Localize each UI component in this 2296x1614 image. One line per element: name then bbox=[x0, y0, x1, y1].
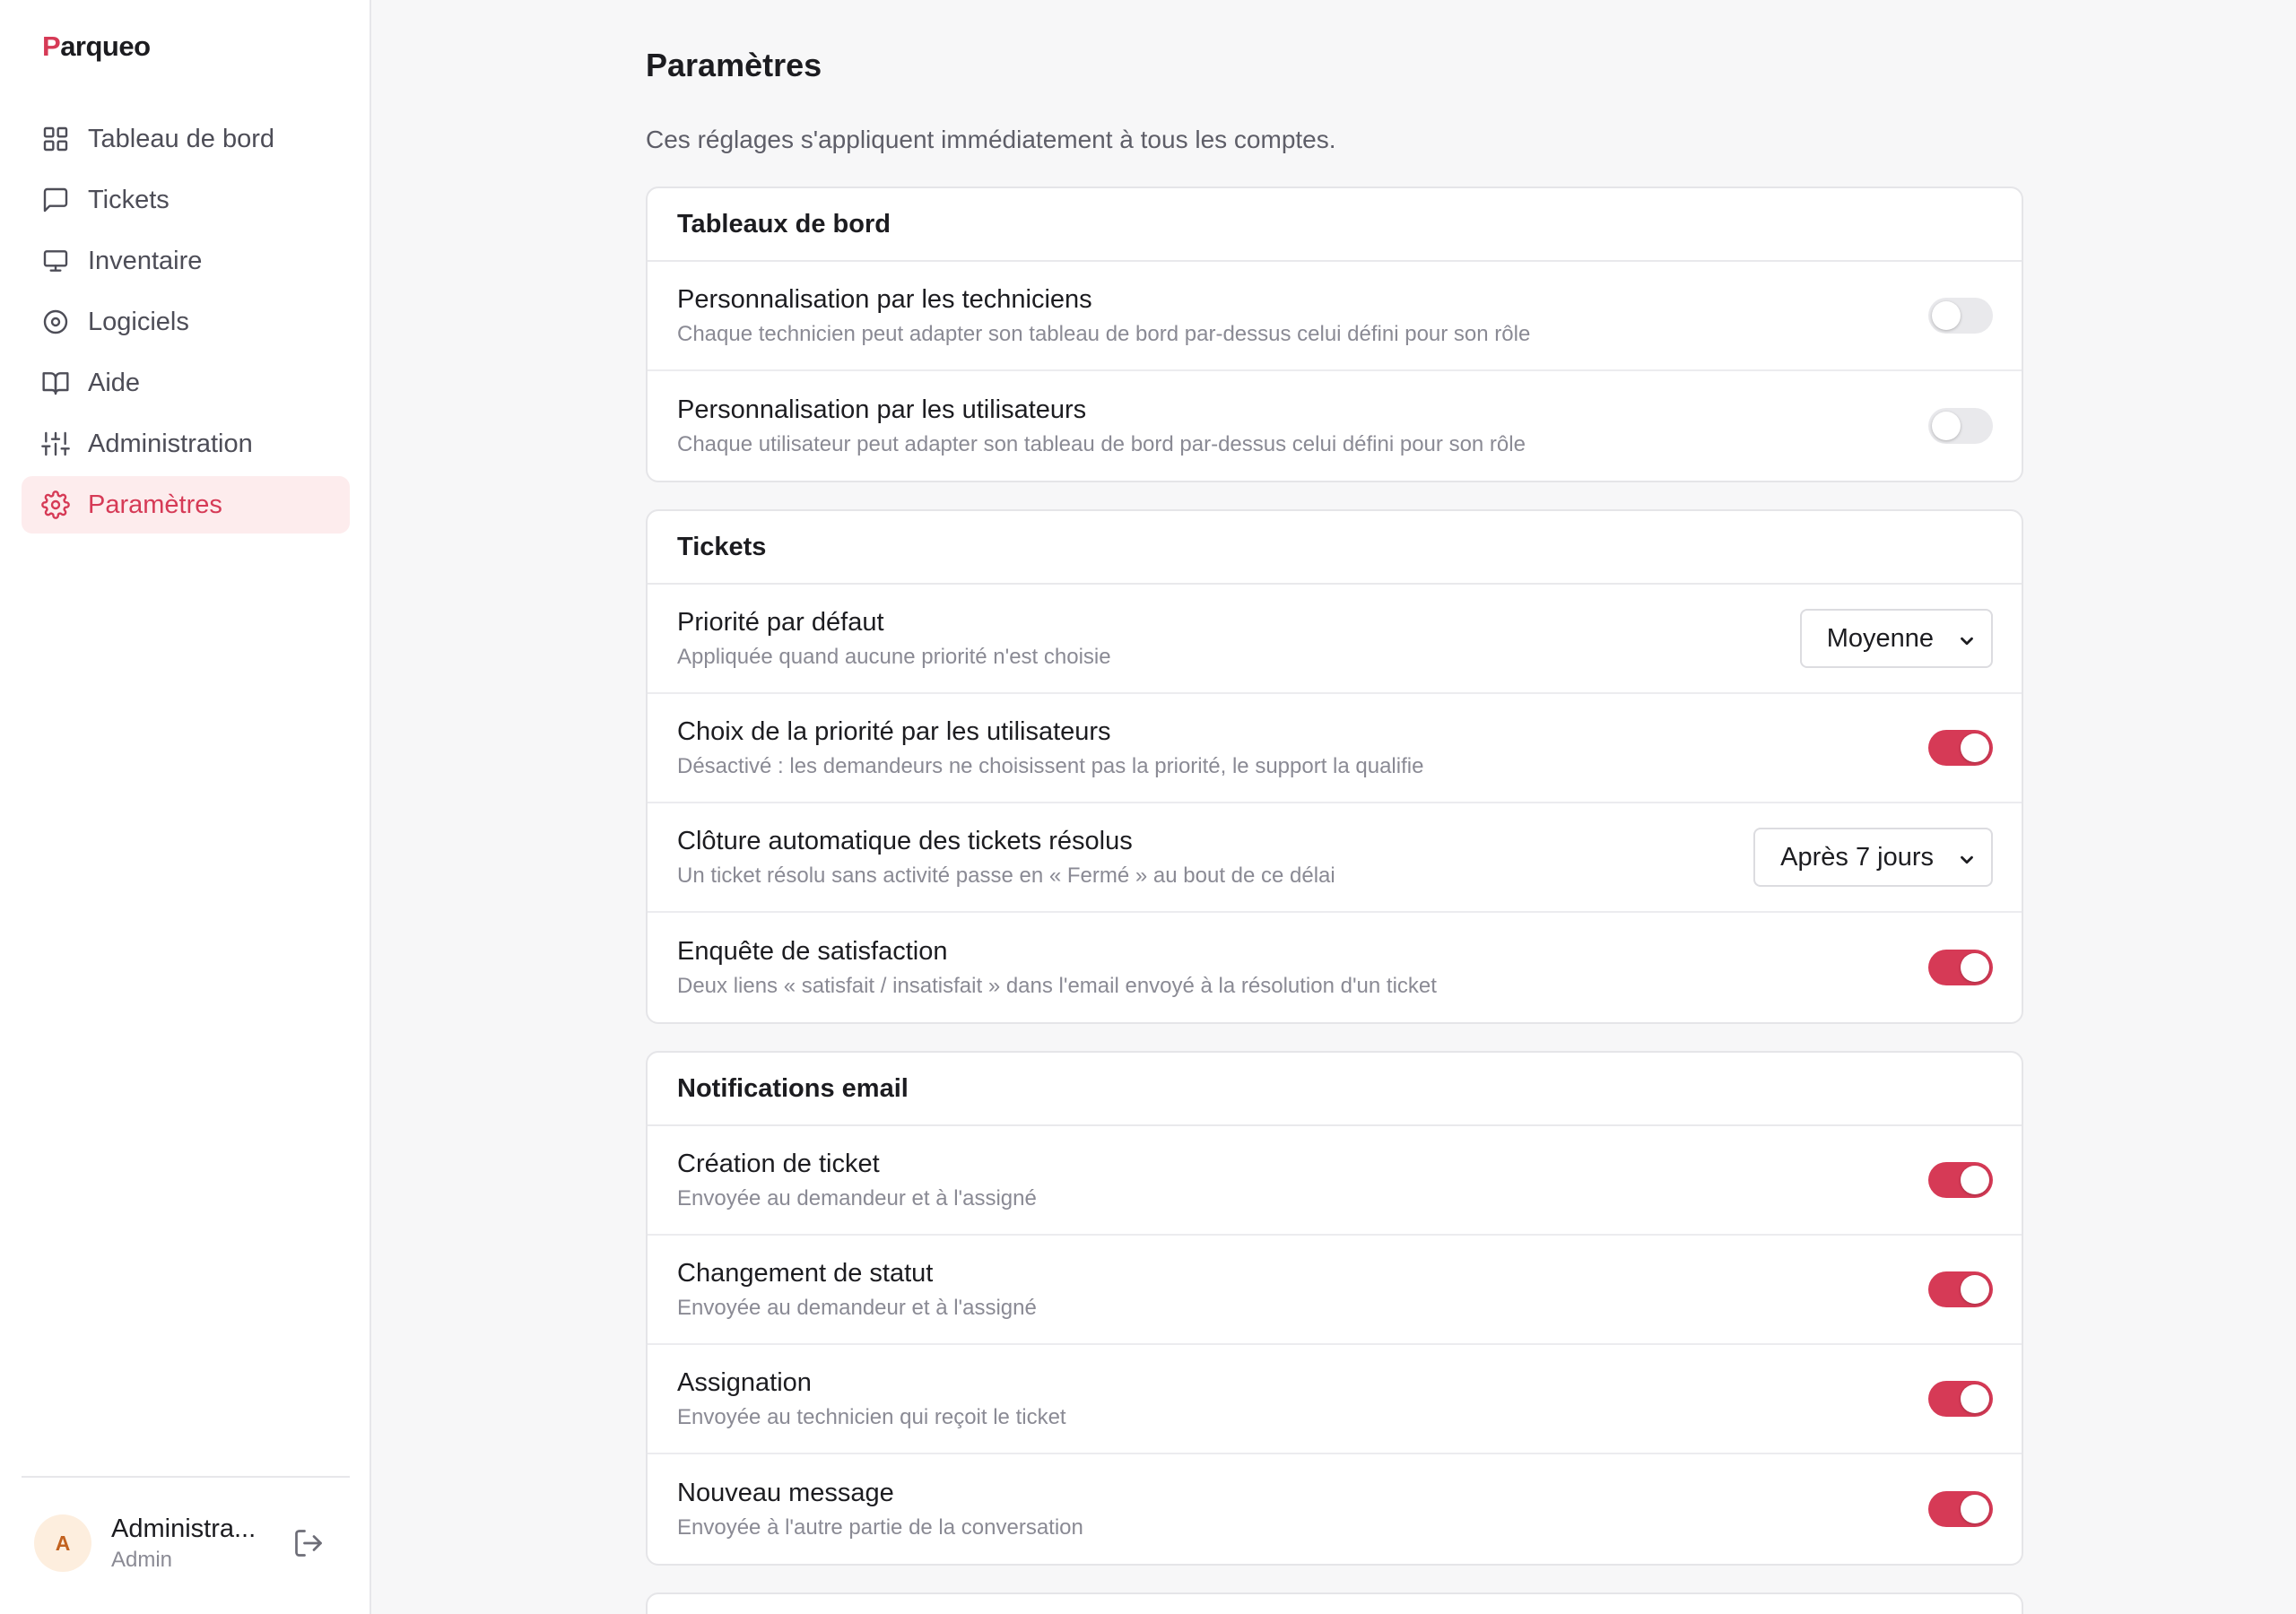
next-settings-card bbox=[646, 1592, 2023, 1614]
setting-description: Chaque utilisateur peut adapter son tabl… bbox=[677, 431, 1526, 456]
setting-description: Envoyée au demandeur et à l'assigné bbox=[677, 1185, 1037, 1210]
logo-mark: P bbox=[42, 30, 61, 62]
setting-title: Clôture automatique des tickets résolus bbox=[677, 826, 1133, 855]
monitor-icon bbox=[41, 247, 70, 275]
setting-row: Priorité par défaut Appliquée quand aucu… bbox=[648, 585, 2022, 694]
setting-description: Deux liens « satisfait / insatisfait » d… bbox=[677, 973, 1437, 998]
ticket-creation-notification-toggle[interactable] bbox=[1928, 1162, 1993, 1198]
toggle-knob bbox=[1961, 953, 1989, 982]
setting-description: Appliquée quand aucune priorité n'est ch… bbox=[677, 644, 1111, 669]
setting-description: Chaque technicien peut adapter son table… bbox=[677, 321, 1531, 346]
toggle-knob bbox=[1932, 301, 1961, 330]
user-card: A Administra... Admin bbox=[34, 1512, 339, 1575]
setting-description: Un ticket résolu sans activité passe en … bbox=[677, 863, 1335, 888]
sidebar-item-tickets[interactable]: Tickets bbox=[22, 171, 350, 229]
setting-row: Choix de la priorité par les utilisateur… bbox=[648, 694, 2022, 803]
sidebar-nav: Tableau de bord Tickets Inventaire Logic… bbox=[22, 110, 350, 537]
book-open-icon bbox=[41, 369, 70, 397]
setting-description: Désactivé : les demandeurs ne choisissen… bbox=[677, 753, 1424, 778]
avatar[interactable]: A bbox=[34, 1514, 91, 1572]
default-priority-select[interactable]: Moyenne bbox=[1799, 609, 1993, 668]
sidebar-item-administration[interactable]: Administration bbox=[22, 415, 350, 473]
sidebar-divider bbox=[22, 1476, 350, 1478]
new-message-notification-toggle[interactable] bbox=[1928, 1491, 1993, 1527]
sidebar-item-software[interactable]: Logiciels bbox=[22, 293, 350, 351]
logout-icon bbox=[295, 1530, 322, 1557]
setting-description: Envoyée à l'autre partie de la conversat… bbox=[677, 1514, 1083, 1540]
sidebar-item-label: Tickets bbox=[88, 185, 170, 214]
card-header: Tickets bbox=[648, 511, 2022, 585]
user-customization-toggle[interactable] bbox=[1928, 408, 1993, 444]
setting-title: Nouveau message bbox=[677, 1478, 894, 1507]
toggle-knob bbox=[1961, 1166, 1989, 1194]
assignment-notification-toggle[interactable] bbox=[1928, 1381, 1993, 1417]
user-priority-choice-toggle[interactable] bbox=[1928, 730, 1993, 766]
select-value: Après 7 jours bbox=[1780, 842, 1934, 872]
sidebar-item-label: Administration bbox=[88, 429, 253, 458]
sidebar: Parqueo Tableau de bord Tickets Inventai… bbox=[0, 0, 371, 1614]
setting-title: Personnalisation par les techniciens bbox=[677, 284, 1092, 314]
chevron-down-icon bbox=[1957, 847, 1977, 867]
page-subtitle: Ces réglages s'appliquent immédiatement … bbox=[646, 126, 1336, 153]
sidebar-item-label: Logiciels bbox=[88, 307, 189, 336]
app-root: Parqueo Tableau de bord Tickets Inventai… bbox=[0, 0, 2296, 1614]
setting-row: Personnalisation par les utilisateurs Ch… bbox=[648, 371, 2022, 481]
toggle-knob bbox=[1961, 1384, 1989, 1413]
message-square-icon bbox=[41, 186, 70, 214]
card-header: Tableaux de bord bbox=[648, 188, 2022, 262]
user-meta: Administra... Admin bbox=[111, 1514, 273, 1573]
setting-row: Changement de statut Envoyée au demandeu… bbox=[648, 1236, 2022, 1345]
satisfaction-survey-toggle[interactable] bbox=[1928, 950, 1993, 985]
sidebar-item-dashboard[interactable]: Tableau de bord bbox=[22, 110, 350, 168]
gear-icon bbox=[41, 490, 70, 519]
toggle-knob bbox=[1961, 1495, 1989, 1523]
setting-row: Assignation Envoyée au technicien qui re… bbox=[648, 1345, 2022, 1454]
sidebar-item-help[interactable]: Aide bbox=[22, 354, 350, 412]
setting-description: Envoyée au demandeur et à l'assigné bbox=[677, 1295, 1037, 1320]
technician-customization-toggle[interactable] bbox=[1928, 298, 1993, 334]
setting-title: Assignation bbox=[677, 1367, 812, 1397]
setting-title: Enquête de satisfaction bbox=[677, 936, 948, 966]
setting-title: Changement de statut bbox=[677, 1258, 934, 1288]
sidebar-item-label: Tableau de bord bbox=[88, 124, 274, 153]
sliders-icon bbox=[41, 430, 70, 458]
chevron-down-icon bbox=[1957, 629, 1977, 648]
status-change-notification-toggle[interactable] bbox=[1928, 1271, 1993, 1307]
setting-row: Enquête de satisfaction Deux liens « sat… bbox=[648, 913, 2022, 1022]
setting-title: Personnalisation par les utilisateurs bbox=[677, 395, 1087, 424]
setting-row: Personnalisation par les techniciens Cha… bbox=[648, 262, 2022, 371]
logo-text: arqueo bbox=[60, 30, 151, 62]
setting-row: Nouveau message Envoyée à l'autre partie… bbox=[648, 1454, 2022, 1564]
sidebar-item-inventory[interactable]: Inventaire bbox=[22, 232, 350, 290]
user-name: Administra... bbox=[111, 1514, 257, 1543]
user-role: Admin bbox=[111, 1547, 173, 1572]
sidebar-item-label: Inventaire bbox=[88, 246, 203, 275]
sidebar-item-settings[interactable]: Paramètres bbox=[22, 476, 350, 534]
app-logo[interactable]: Parqueo bbox=[42, 30, 151, 63]
logout-button[interactable] bbox=[292, 1527, 325, 1559]
setting-title: Création de ticket bbox=[677, 1149, 880, 1178]
sidebar-item-label: Paramètres bbox=[88, 490, 222, 519]
sidebar-item-label: Aide bbox=[88, 368, 141, 397]
setting-description: Envoyée au technicien qui reçoit le tick… bbox=[677, 1404, 1066, 1429]
card-header: Notifications email bbox=[648, 1053, 2022, 1126]
auto-close-delay-select[interactable]: Après 7 jours bbox=[1753, 828, 1993, 887]
disc-icon bbox=[41, 308, 70, 336]
setting-title: Priorité par défaut bbox=[677, 607, 884, 637]
dashboards-settings-card: Tableaux de bord Personnalisation par le… bbox=[646, 187, 2023, 482]
dashboard-grid-icon bbox=[41, 125, 70, 153]
select-value: Moyenne bbox=[1826, 623, 1934, 653]
toggle-knob bbox=[1932, 412, 1961, 440]
tickets-settings-card: Tickets Priorité par défaut Appliquée qu… bbox=[646, 509, 2023, 1024]
toggle-knob bbox=[1961, 1275, 1989, 1304]
setting-row: Clôture automatique des tickets résolus … bbox=[648, 803, 2022, 913]
email-notifications-card: Notifications email Création de ticket E… bbox=[646, 1051, 2023, 1566]
setting-row: Création de ticket Envoyée au demandeur … bbox=[648, 1126, 2022, 1236]
page-title: Paramètres bbox=[646, 47, 822, 83]
toggle-knob bbox=[1961, 733, 1989, 762]
setting-title: Choix de la priorité par les utilisateur… bbox=[677, 716, 1111, 746]
